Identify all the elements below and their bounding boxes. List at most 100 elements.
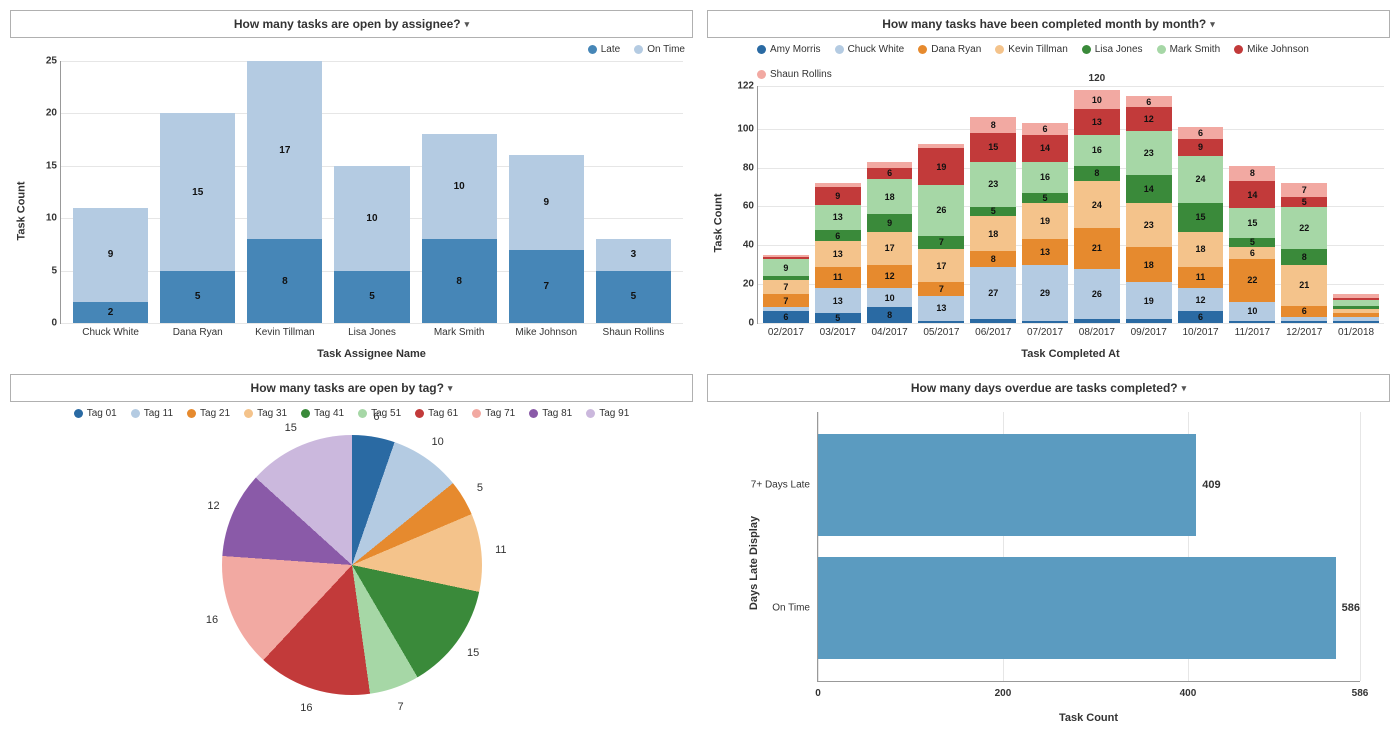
chart-body: 61051115716161215 <box>10 425 693 724</box>
bar-segment: 13 <box>1074 109 1120 134</box>
pie-slice-label: 12 <box>207 500 219 512</box>
bar-column[interactable]: 510Lisa Jones <box>334 61 409 323</box>
x-tick-label: 586 <box>1352 688 1369 699</box>
legend-item[interactable]: Late <box>588 44 620 55</box>
bar-column[interactable]: 262124816131012008/2017 <box>1074 86 1120 323</box>
chart-body: Task Count 051015202529Chuck White515Dan… <box>10 61 693 360</box>
bar-segment: 18 <box>970 216 1016 251</box>
hbar-fill <box>818 557 1336 659</box>
bar-segment: 8 <box>247 239 322 323</box>
legend-item[interactable]: Tag 31 <box>244 408 287 419</box>
legend-item[interactable]: Tag 01 <box>74 408 117 419</box>
legend-dot-icon <box>757 45 766 54</box>
x-tick-label: 02/2017 <box>768 323 804 338</box>
panel-header[interactable]: How many tasks are open by tag? ▾ <box>10 374 693 402</box>
hbar-value-label: 586 <box>1336 602 1360 614</box>
legend-label: Lisa Jones <box>1095 44 1143 55</box>
bar-column[interactable]: 810Mark Smith <box>422 61 497 323</box>
x-tick-label: 11/2017 <box>1235 323 1270 338</box>
bar-segment: 3 <box>596 239 671 270</box>
legend-item[interactable]: Mark Smith <box>1157 44 1221 55</box>
legend-dot-icon <box>634 45 643 54</box>
legend-item[interactable]: Lisa Jones <box>1082 44 1143 55</box>
bar-column[interactable]: 1022651514811/2017 <box>1229 86 1275 323</box>
bar-column[interactable]: 79Mike Johnson <box>509 61 584 323</box>
bar-segment: 13 <box>918 296 964 321</box>
legend-item[interactable]: Chuck White <box>835 44 905 55</box>
bar-segment: 13 <box>815 241 861 266</box>
panel-open-by-assignee: How many tasks are open by assignee? ▾ L… <box>10 10 693 360</box>
legend-dot-icon <box>586 409 595 418</box>
legend-dot-icon <box>588 45 597 54</box>
hbar-chart: 02004005864097+ Days Late586On Time <box>817 412 1360 682</box>
legend-item[interactable]: Dana Ryan <box>918 44 981 55</box>
bar-column[interactable]: 8101217918604/2017 <box>867 86 913 323</box>
legend-item[interactable]: Tag 21 <box>187 408 230 419</box>
legend-label: Tag 61 <box>428 408 458 419</box>
bar-column[interactable]: 612111815249610/2017 <box>1178 86 1224 323</box>
bar-column[interactable]: 137177261905/2017 <box>918 86 964 323</box>
bar-segment: 9 <box>815 187 861 204</box>
bar-segment: 15 <box>1178 203 1224 232</box>
bar-segment: 8 <box>422 239 497 323</box>
bar-segment: 8 <box>867 307 913 323</box>
bar-segment: 14 <box>1022 135 1068 162</box>
pie-disc <box>222 435 482 695</box>
legend-item[interactable]: On Time <box>634 44 685 55</box>
panel-completed-by-month: How many tasks have been completed month… <box>707 10 1390 360</box>
bar-segment: 16 <box>1074 135 1120 166</box>
bar-segment: 18 <box>1126 247 1172 282</box>
legend-item[interactable]: Tag 11 <box>131 408 173 419</box>
bar-column[interactable]: 817Kevin Tillman <box>247 61 322 323</box>
bar-segment: 10 <box>422 134 497 239</box>
bar-column[interactable]: 2781852315806/2017 <box>970 86 1016 323</box>
legend-dot-icon <box>415 409 424 418</box>
bar-column[interactable]: 5131113613903/2017 <box>815 86 861 323</box>
hbar-value-label: 409 <box>1196 479 1220 491</box>
legend: Amy Morris Chuck White Dana Ryan Kevin Till… <box>707 38 1390 86</box>
legend-item[interactable]: Tag 71 <box>472 408 515 419</box>
x-tick-label: 04/2017 <box>871 323 907 338</box>
legend-item[interactable]: Amy Morris <box>757 44 821 55</box>
bar-segment: 14 <box>1126 175 1172 202</box>
legend-item[interactable]: Tag 91 <box>586 408 629 419</box>
bar-column[interactable]: 29Chuck White <box>73 61 148 323</box>
pie-chart: 61051115716161215 <box>222 435 482 695</box>
y-axis-label: Task Count <box>16 181 28 240</box>
bar-column[interactable]: 677902/2017 <box>763 86 809 323</box>
bar-column[interactable]: 29131951614607/2017 <box>1022 86 1068 323</box>
bar-segment: 14 <box>1229 181 1275 208</box>
bar-segment: 13 <box>815 205 861 230</box>
panel-header[interactable]: How many tasks are open by assignee? ▾ <box>10 10 693 38</box>
bar-segment: 15 <box>160 113 235 270</box>
legend-item[interactable]: Tag 51 <box>358 408 401 419</box>
y-axis-label: Days Late Display <box>748 516 760 610</box>
legend-label: Tag 11 <box>144 408 173 419</box>
bar-column[interactable]: 53Shaun Rollins <box>596 61 671 323</box>
bar-column[interactable]: 515Dana Ryan <box>160 61 235 323</box>
legend-item[interactable]: Shaun Rollins <box>757 69 832 80</box>
bar-segment: 5 <box>1229 238 1275 248</box>
legend-dot-icon <box>74 409 83 418</box>
bar-segment: 5 <box>1281 197 1327 207</box>
panel-header[interactable]: How many days overdue are tasks complete… <box>707 374 1390 402</box>
bar-column[interactable]: 01/2018 <box>1333 86 1379 323</box>
bar-segment: 9 <box>867 214 913 231</box>
legend-item[interactable]: Kevin Tillman <box>995 44 1067 55</box>
bar-segment: 9 <box>73 208 148 302</box>
bar-segment: 18 <box>867 179 913 214</box>
bar-total-label: 120 <box>1089 73 1106 86</box>
legend-item[interactable]: Tag 81 <box>529 408 572 419</box>
legend-item[interactable]: Mike Johnson <box>1234 44 1309 55</box>
legend-item[interactable]: Tag 61 <box>415 408 458 419</box>
hbar-row[interactable]: 4097+ Days Late <box>818 434 1360 536</box>
dashboard-grid: How many tasks are open by assignee? ▾ L… <box>10 10 1390 724</box>
legend-item[interactable]: Tag 41 <box>301 408 344 419</box>
panel-header[interactable]: How many tasks have been completed month… <box>707 10 1390 38</box>
hbar-row[interactable]: 586On Time <box>818 557 1360 659</box>
bar-column[interactable]: 191823142312609/2017 <box>1126 86 1172 323</box>
pie-slice-label: 16 <box>300 702 312 714</box>
bar-segment: 6 <box>1178 311 1224 323</box>
bar-column[interactable]: 6218225712/2017 <box>1281 86 1327 323</box>
legend-dot-icon <box>1157 45 1166 54</box>
